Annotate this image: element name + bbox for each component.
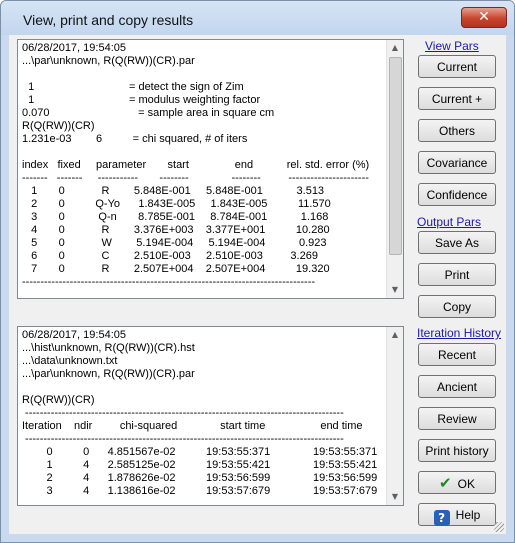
iteration-history-line: 2 4 1.878626e-02 19:53:56:599 19:53:56:5… xyxy=(22,472,378,484)
print-history-button[interactable]: Print history xyxy=(418,439,496,462)
parameter-results-line: 2 0 Q-Yo 1.843E-005 1.843E-005 11.570 xyxy=(22,198,331,210)
parameter-results-line: ------- ------- ----------- -------- ---… xyxy=(22,172,369,184)
parameter-results-line: 1 = detect the sign of Zim xyxy=(22,81,244,93)
iteration-history-line: ...\par\unknown, R(Q(RW))(CR).par xyxy=(22,368,195,380)
view-pars-link[interactable]: View Pars xyxy=(425,39,479,53)
iteration-history-line: ----------------------------------------… xyxy=(22,433,344,445)
scroll-down-arrow-icon[interactable]: ▼ xyxy=(387,489,403,505)
current-button[interactable]: Current xyxy=(418,55,496,78)
ok-button[interactable]: ✔ OK xyxy=(418,471,496,494)
iteration-history-line: 3 4 1.138616e-02 19:53:57:679 19:53:57:6… xyxy=(22,485,378,497)
parameter-results-line: 06/28/2017, 19:54:05 xyxy=(22,42,126,54)
review-button[interactable]: Review xyxy=(418,407,496,430)
parameter-results-line: 1.231e-03 6 = chi squared, # of iters xyxy=(22,133,248,145)
parameter-results-pane[interactable]: 06/28/2017, 19:54:05 ...\par\unknown, R(Q… xyxy=(17,39,404,299)
iteration-history-line: 1 4 2.585125e-02 19:53:55:421 19:53:55:4… xyxy=(22,459,378,471)
parameter-results-line: 0.070 = sample area in square cm xyxy=(22,107,275,119)
scroll-up-arrow-icon[interactable]: ▲ xyxy=(387,40,403,56)
ok-label: OK xyxy=(457,477,475,491)
window-title: View, print and copy results xyxy=(23,12,194,28)
iteration-history-line: ...\data\unknown.txt xyxy=(22,355,118,367)
results-window: View, print and copy results ✕ 06/28/201… xyxy=(0,0,515,543)
iteration-history-line: ----------------------------------------… xyxy=(22,407,344,419)
iteration-history-text: 06/28/2017, 19:54:05 ...\hist\unknown, R(… xyxy=(22,329,377,498)
parameter-results-line: ----------------------------------------… xyxy=(22,276,316,288)
scrollbar-thumb[interactable] xyxy=(389,57,402,255)
parameter-results-line: 1 0 R 5.848E-001 5.848E-001 3.513 xyxy=(22,185,325,197)
parameter-results-line xyxy=(22,146,369,159)
parameter-results-line: ...\par\unknown, R(Q(RW))(CR).par xyxy=(22,55,195,67)
check-icon: ✔ xyxy=(439,474,452,492)
iteration-history-pane[interactable]: 06/28/2017, 19:54:05 ...\hist\unknown, R(… xyxy=(17,326,404,506)
dialog-client-area: 06/28/2017, 19:54:05 ...\par\unknown, R(Q… xyxy=(9,35,506,534)
close-icon: ✕ xyxy=(478,9,490,25)
ancient-button[interactable]: Ancient xyxy=(418,375,496,398)
iteration-history-link[interactable]: Iteration History xyxy=(417,326,501,340)
parameter-results-text: 06/28/2017, 19:54:05 ...\par\unknown, R(Q… xyxy=(22,42,369,289)
close-button[interactable]: ✕ xyxy=(461,7,507,28)
iteration-history-line: Iteration ndir chi-squared start time en… xyxy=(22,420,363,432)
parameter-results-line: 1 = modulus weighting factor xyxy=(22,94,261,106)
question-mark-icon: ? xyxy=(433,510,450,526)
parameter-results-line: 3 0 Q-n 8.785E-001 8.784E-001 1.168 xyxy=(22,211,329,223)
iteration-history-line xyxy=(22,381,377,394)
parameter-results-line xyxy=(22,68,369,81)
iteration-history-line: 06/28/2017, 19:54:05 xyxy=(22,329,126,341)
scroll-up-arrow-icon[interactable]: ▲ xyxy=(387,327,403,343)
resize-grip[interactable] xyxy=(494,522,504,532)
iteration-history-scrollbar[interactable]: ▲ ▼ xyxy=(386,327,403,505)
output-pars-link[interactable]: Output Pars xyxy=(417,215,481,229)
current-plus-button[interactable]: Current + xyxy=(418,87,496,110)
iteration-history-line: 0 0 4.851567e-02 19:53:55:371 19:53:55:3… xyxy=(22,446,378,458)
parameter-results-line: 6 0 C 2.510E-003 2.510E-003 3.269 xyxy=(22,250,318,262)
parameter-results-line: 7 0 R 2.507E+004 2.507E+004 19.320 xyxy=(22,263,330,275)
parameter-results-scrollbar[interactable]: ▲ ▼ xyxy=(386,40,403,298)
confidence-button[interactable]: Confidence xyxy=(418,183,496,206)
help-label: Help xyxy=(455,508,481,522)
iteration-history-line: R(Q(RW))(CR) xyxy=(22,394,95,406)
iteration-history-line: ...\hist\unknown, R(Q(RW))(CR).hst xyxy=(22,342,195,354)
parameter-results-line: 4 0 R 3.376E+003 3.377E+001 10.280 xyxy=(22,224,330,236)
parameter-results-line: index fixed parameter start end rel. std… xyxy=(22,159,370,171)
covariance-button[interactable]: Covariance xyxy=(418,151,496,174)
title-bar[interactable]: View, print and copy results ✕ xyxy=(1,1,514,35)
recent-button[interactable]: Recent xyxy=(418,343,496,366)
parameter-results-line: 5 0 W 5.194E-004 5.194E-004 0.923 xyxy=(22,237,327,249)
help-button[interactable]: ? Help xyxy=(418,503,496,526)
save-as-button[interactable]: Save As xyxy=(418,231,496,254)
copy-button[interactable]: Copy xyxy=(418,295,496,318)
parameter-results-line: R(Q(RW))(CR) xyxy=(22,120,95,132)
others-button[interactable]: Others xyxy=(418,119,496,142)
print-button[interactable]: Print xyxy=(418,263,496,286)
scroll-down-arrow-icon[interactable]: ▼ xyxy=(387,282,403,298)
